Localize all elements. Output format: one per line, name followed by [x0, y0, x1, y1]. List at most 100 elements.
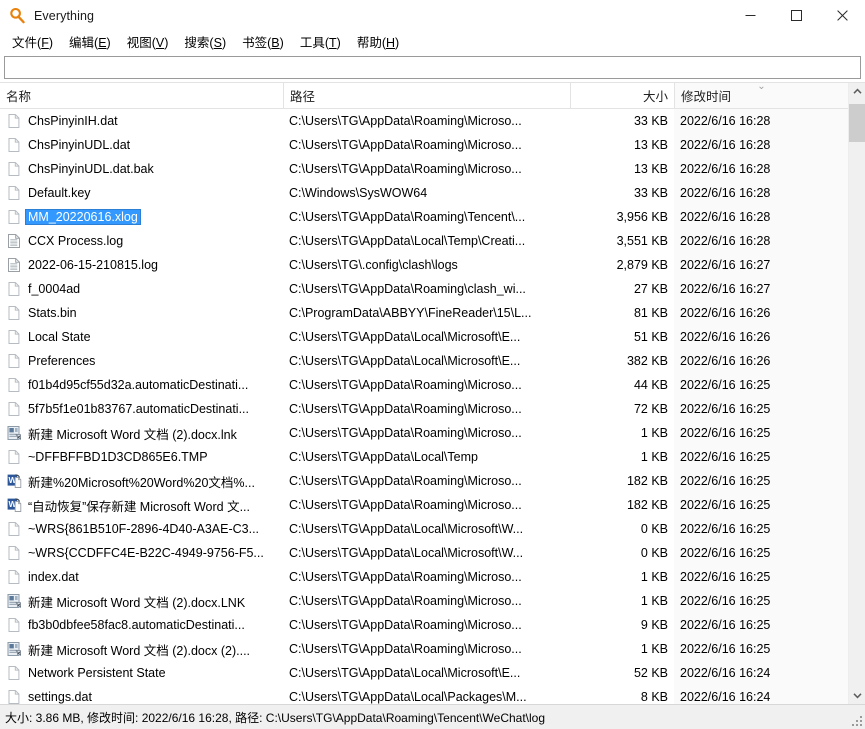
- cell-name: ~WRS{861B510F-2896-4D40-A3AE-C3...: [0, 517, 283, 541]
- table-row[interactable]: 5f7b5f1e01b83767.automaticDestinati... C:…: [0, 397, 848, 421]
- menu-item-label: 书签: [242, 35, 268, 50]
- generic-file-icon: [8, 162, 20, 176]
- file-name: fb3b0dbfee58fac8.automaticDestinati...: [28, 618, 245, 632]
- table-row[interactable]: CCX Process.log C:\Users\TG\AppData\Local…: [0, 229, 848, 253]
- file-size: 13 KB: [633, 162, 668, 176]
- scroll-down-button[interactable]: [849, 687, 865, 704]
- cell-path: C:\Users\TG\AppData\Local\Microsoft\E...: [283, 661, 570, 685]
- menu-item-search[interactable]: 搜索(S): [176, 33, 234, 54]
- table-row[interactable]: ~WRS{CCDFFC4E-B22C-4949-9756-F5... C:\Use…: [0, 541, 848, 565]
- cell-name: Default.key: [0, 181, 283, 205]
- menu-item-view[interactable]: 视图(V): [119, 33, 177, 54]
- table-row[interactable]: ~WRS{861B510F-2896-4D40-A3AE-C3... C:\Use…: [0, 517, 848, 541]
- menu-item-edit[interactable]: 编辑(E): [61, 33, 119, 54]
- close-button[interactable]: [819, 0, 865, 31]
- minimize-button[interactable]: [727, 0, 773, 31]
- table-row[interactable]: f01b4d95cf55d32a.automaticDestinati... C:…: [0, 373, 848, 397]
- cell-size: 52 KB: [570, 661, 674, 685]
- file-path: C:\Users\TG\AppData\Local\Temp\Creati...: [289, 234, 526, 248]
- table-row[interactable]: 新建 Microsoft Word 文档 (2).docx.lnk C:\User…: [0, 421, 848, 445]
- cell-name: 新建 Microsoft Word 文档 (2).docx.LNK: [0, 589, 283, 613]
- file-path: C:\Users\TG\AppData\Roaming\Microso...: [289, 378, 522, 392]
- table-row[interactable]: f_0004ad C:\Users\TG\AppData\Roaming\clas…: [0, 277, 848, 301]
- vertical-scrollbar[interactable]: [848, 83, 865, 704]
- menu-item-tools[interactable]: 工具(T): [292, 33, 349, 54]
- column-header-name[interactable]: 名称: [0, 83, 283, 108]
- cell-name: ChsPinyinUDL.dat: [0, 133, 283, 157]
- menu-bar: 文件(F) 编辑(E) 视图(V) 搜索(S) 书签(B) 工具(T) 帮助(H): [0, 31, 865, 55]
- cell-date-modified: 2022/6/16 16:25: [674, 397, 848, 421]
- table-row[interactable]: 新建 Microsoft Word 文档 (2).docx.LNK C:\User…: [0, 589, 848, 613]
- cell-name: Local State: [0, 325, 283, 349]
- column-header-name-label: 名称: [6, 90, 32, 104]
- generic-file-icon: [8, 522, 20, 536]
- file-name: 新建%20Microsoft%20Word%20文档%...: [28, 475, 255, 490]
- cell-size: 81 KB: [570, 301, 674, 325]
- scroll-up-button[interactable]: [849, 83, 865, 100]
- cell-size: 1 KB: [570, 589, 674, 613]
- cell-name: Network Persistent State: [0, 661, 283, 685]
- cell-name: ~WRS{CCDFFC4E-B22C-4949-9756-F5...: [0, 541, 283, 565]
- sort-descending-icon: ⌄: [757, 83, 766, 92]
- generic-file-icon: [8, 210, 20, 224]
- table-row[interactable]: 2022-06-15-210815.log C:\Users\TG\.config…: [0, 253, 848, 277]
- file-path: C:\Users\TG\AppData\Roaming\Microso...: [289, 594, 522, 608]
- maximize-button[interactable]: [773, 0, 819, 31]
- column-header-size[interactable]: 大小: [570, 83, 674, 108]
- file-name: ChsPinyinUDL.dat: [28, 138, 131, 152]
- table-row[interactable]: Network Persistent State C:\Users\TG\AppD…: [0, 661, 848, 685]
- cell-name: f01b4d95cf55d32a.automaticDestinati...: [0, 373, 283, 397]
- table-row[interactable]: W “自动恢复”保存新建 Microsoft Word 文... C:\Users\…: [0, 493, 848, 517]
- cell-name: CCX Process.log: [0, 229, 283, 253]
- table-row[interactable]: Preferences C:\Users\TG\AppData\Local\Mic…: [0, 349, 848, 373]
- cell-date-modified: 2022/6/16 16:24: [674, 661, 848, 685]
- cell-path: C:\Users\TG\AppData\Local\Temp\Creati...: [283, 229, 570, 253]
- menu-item-bookmarks[interactable]: 书签(B): [234, 33, 292, 54]
- cell-name: index.dat: [0, 565, 283, 589]
- menu-item-file[interactable]: 文件(F): [4, 33, 61, 54]
- menu-item-help[interactable]: 帮助(H): [349, 33, 407, 54]
- table-row[interactable]: MM_20220616.xlog C:\Users\TG\AppData\Roam…: [0, 205, 848, 229]
- table-row[interactable]: Stats.bin C:\ProgramData\ABBYY\FineReader…: [0, 301, 848, 325]
- file-path: C:\Users\TG\AppData\Roaming\Microso...: [289, 162, 522, 176]
- table-row[interactable]: Local State C:\Users\TG\AppData\Local\Mic…: [0, 325, 848, 349]
- table-row[interactable]: fb3b0dbfee58fac8.automaticDestinati... C:…: [0, 613, 848, 637]
- table-row[interactable]: W 新建%20Microsoft%20Word%20文档%... C:\Users\…: [0, 469, 848, 493]
- search-input[interactable]: [4, 56, 861, 79]
- cell-path: C:\ProgramData\ABBYY\FineReader\15\L...: [283, 301, 570, 325]
- cell-path: C:\Users\TG\AppData\Roaming\Microso...: [283, 493, 570, 517]
- cell-date-modified: 2022/6/16 16:28: [674, 181, 848, 205]
- file-path: C:\Users\TG\AppData\Local\Microsoft\E...: [289, 666, 521, 680]
- generic-file-icon: [8, 282, 20, 296]
- cell-path: C:\Users\TG\AppData\Local\Microsoft\W...: [283, 517, 570, 541]
- table-row[interactable]: 新建 Microsoft Word 文档 (2).docx (2).... C:\…: [0, 637, 848, 661]
- table-row[interactable]: ChsPinyinIH.dat C:\Users\TG\AppData\Roami…: [0, 109, 848, 133]
- cell-size: 51 KB: [570, 325, 674, 349]
- cell-name: ChsPinyinUDL.dat.bak: [0, 157, 283, 181]
- column-header-path[interactable]: 路径: [283, 83, 570, 108]
- file-size: 1 KB: [640, 450, 668, 464]
- generic-file-icon: [8, 402, 20, 416]
- generic-file-icon: [8, 570, 20, 584]
- results-rows[interactable]: ChsPinyinIH.dat C:\Users\TG\AppData\Roami…: [0, 109, 848, 704]
- column-header-date[interactable]: ⌄ 修改时间: [674, 83, 848, 108]
- table-row[interactable]: ChsPinyinUDL.dat C:\Users\TG\AppData\Roam…: [0, 133, 848, 157]
- search-bar: [0, 55, 865, 82]
- file-date-modified: 2022/6/16 16:24: [680, 666, 771, 680]
- file-date-modified: 2022/6/16 16:24: [680, 690, 771, 704]
- table-row[interactable]: settings.dat C:\Users\TG\AppData\Local\Pa…: [0, 685, 848, 704]
- resize-gripper[interactable]: [850, 714, 862, 726]
- table-row[interactable]: ~DFFBFFBD1D3CD865E6.TMP C:\Users\TG\AppDa…: [0, 445, 848, 469]
- file-name: Preferences: [28, 354, 96, 368]
- file-date-modified: 2022/6/16 16:27: [680, 282, 771, 296]
- column-header-size-label: 大小: [642, 90, 668, 104]
- table-row[interactable]: ChsPinyinUDL.dat.bak C:\Users\TG\AppData\…: [0, 157, 848, 181]
- menu-item-accelerator: (V): [151, 35, 169, 50]
- table-row[interactable]: index.dat C:\Users\TG\AppData\Roaming\Mic…: [0, 565, 848, 589]
- file-date-modified: 2022/6/16 16:25: [680, 498, 771, 512]
- file-name: index.dat: [28, 570, 79, 584]
- table-row[interactable]: Default.key C:\Windows\SysWOW64 33 KB 2022/…: [0, 181, 848, 205]
- file-size: 182 KB: [626, 474, 668, 488]
- scrollbar-track[interactable]: [849, 100, 865, 687]
- scrollbar-thumb[interactable]: [849, 104, 865, 142]
